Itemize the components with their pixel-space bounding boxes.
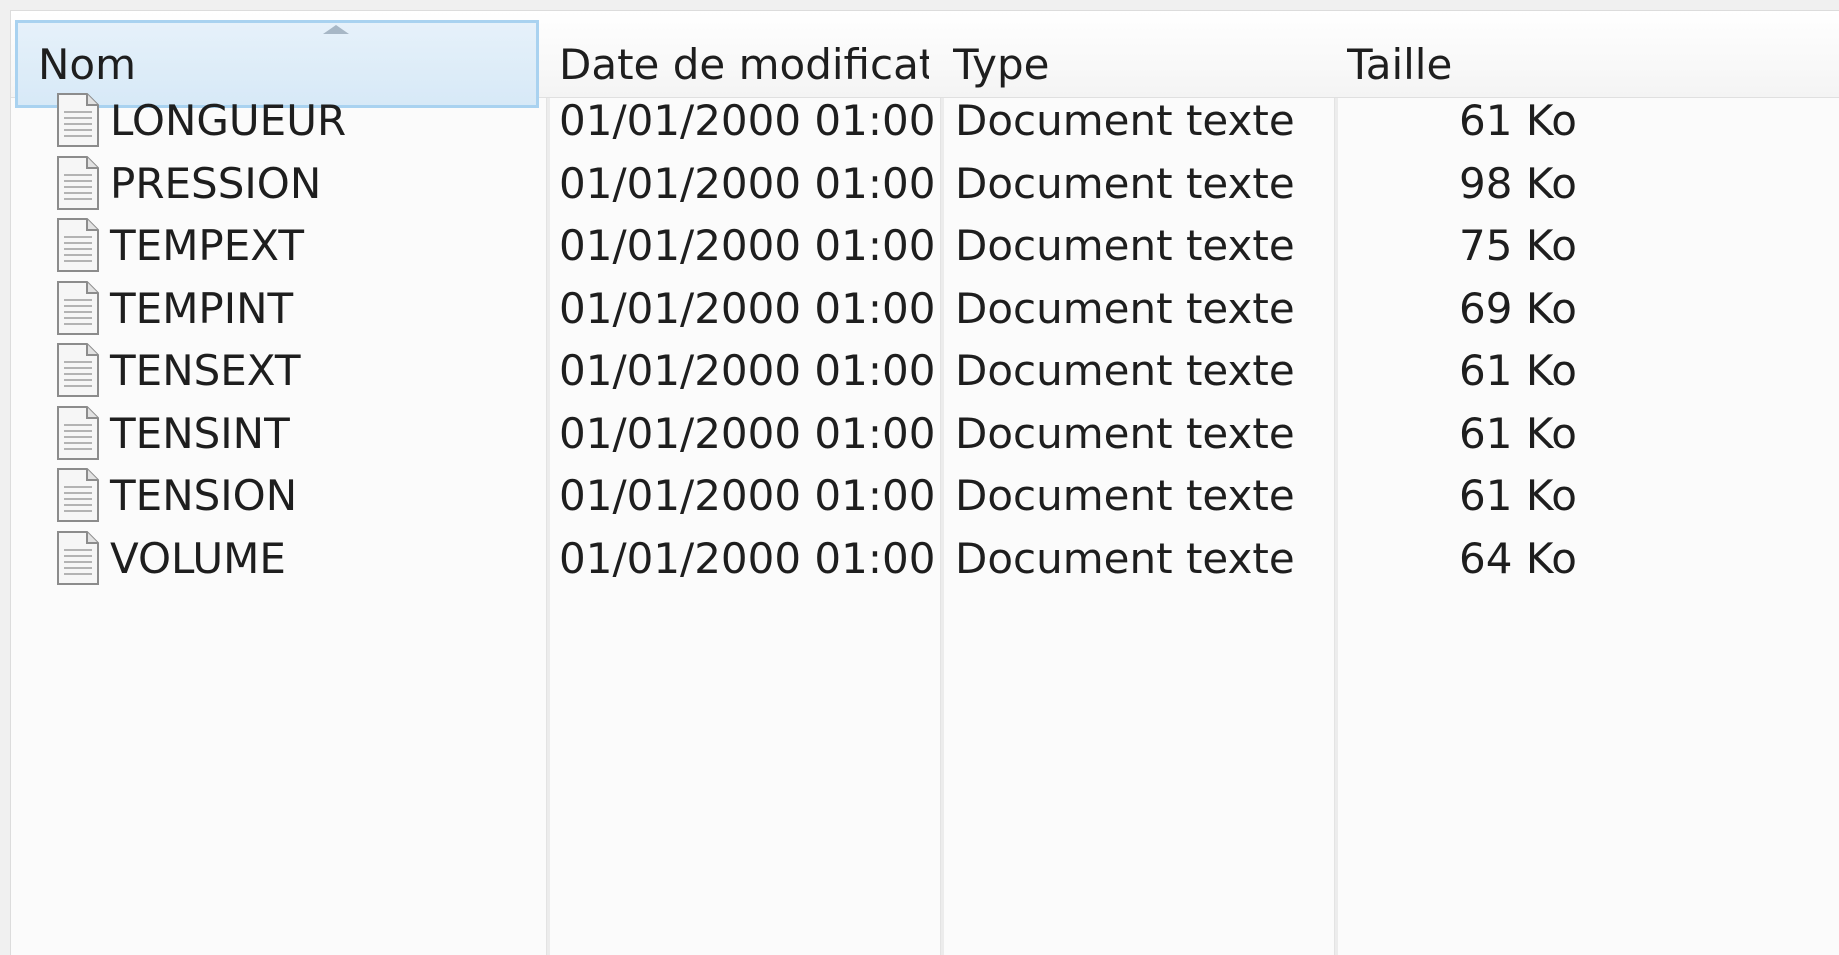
column-header-label: Date de modificati... — [559, 39, 929, 89]
file-size: 64 Ko — [1459, 533, 1577, 583]
file-type: Document texte — [955, 533, 1295, 583]
file-name: VOLUME — [110, 533, 286, 583]
text-document-icon — [57, 280, 99, 335]
text-document-icon — [57, 468, 99, 522]
file-list-view: Nom Date de modificati... Type Taille LO… — [10, 10, 1839, 955]
column-header-label: Taille — [1347, 39, 1453, 89]
text-document-icon — [57, 218, 99, 272]
column-header-label: Nom — [38, 39, 137, 89]
file-row[interactable]: VOLUME 01/01/2000 01:00 Document texte 64 K… — [11, 522, 1839, 595]
column-header-label: Type — [953, 39, 1050, 89]
text-document-icon — [57, 530, 99, 585]
text-document-icon — [57, 93, 99, 147]
text-document-icon — [57, 405, 99, 460]
sort-ascending-icon — [323, 25, 349, 34]
file-date-modified: 01/01/2000 01:00 — [559, 533, 936, 583]
text-document-icon — [57, 343, 99, 397]
text-document-icon — [57, 155, 99, 210]
